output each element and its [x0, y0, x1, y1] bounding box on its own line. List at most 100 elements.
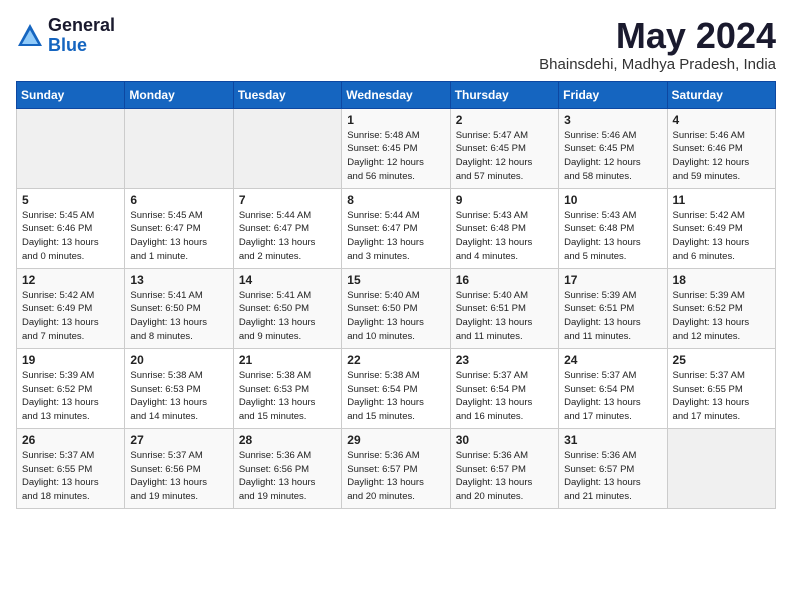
calendar-cell: 16 Sunrise: 5:40 AM Sunset: 6:51 PM Dayli… — [450, 268, 558, 348]
cell-info: Sunrise: 5:44 AM Sunset: 6:47 PM Dayligh… — [347, 209, 444, 264]
calendar-cell: 1 Sunrise: 5:48 AM Sunset: 6:45 PM Daylig… — [342, 108, 450, 188]
day-number: 20 — [130, 353, 227, 367]
calendar-cell: 19 Sunrise: 5:39 AM Sunset: 6:52 PM Dayli… — [17, 348, 125, 428]
title-block: May 2024 Bhainsdehi, Madhya Pradesh, Ind… — [539, 16, 776, 73]
calendar-cell: 17Sunrise: 5:39 AM Sunset: 6:51 PM Dayli… — [559, 268, 667, 348]
day-number: 13 — [130, 273, 227, 287]
calendar-body: 1 Sunrise: 5:48 AM Sunset: 6:45 PM Daylig… — [17, 108, 776, 508]
day-number: 31 — [564, 433, 661, 447]
cell-info: Sunrise: 5:38 AM Sunset: 6:53 PM Dayligh… — [130, 369, 227, 424]
weekday-header-monday: Monday — [125, 81, 233, 108]
calendar-cell: 29 Sunrise: 5:36 AM Sunset: 6:57 PM Dayli… — [342, 428, 450, 508]
calendar-cell: 18Sunrise: 5:39 AM Sunset: 6:52 PM Dayli… — [667, 268, 775, 348]
calendar-cell: 10 Sunrise: 5:43 AM Sunset: 6:48 PM Dayli… — [559, 188, 667, 268]
calendar-week-row: 26 Sunrise: 5:37 AM Sunset: 6:55 PM Dayli… — [17, 428, 776, 508]
day-number: 10 — [564, 193, 661, 207]
calendar-cell: 2 Sunrise: 5:47 AM Sunset: 6:45 PM Daylig… — [450, 108, 558, 188]
calendar-week-row: 19 Sunrise: 5:39 AM Sunset: 6:52 PM Dayli… — [17, 348, 776, 428]
calendar-week-row: 1 Sunrise: 5:48 AM Sunset: 6:45 PM Daylig… — [17, 108, 776, 188]
calendar-week-row: 12 Sunrise: 5:42 AM Sunset: 6:49 PM Dayli… — [17, 268, 776, 348]
cell-info: Sunrise: 5:36 AM Sunset: 6:57 PM Dayligh… — [347, 449, 444, 504]
cell-info: Sunrise: 5:39 AM Sunset: 6:52 PM Dayligh… — [673, 289, 770, 344]
day-number: 8 — [347, 193, 444, 207]
cell-info: Sunrise: 5:42 AM Sunset: 6:49 PM Dayligh… — [22, 289, 119, 344]
cell-info: Sunrise: 5:36 AM Sunset: 6:57 PM Dayligh… — [564, 449, 661, 504]
calendar-cell: 28 Sunrise: 5:36 AM Sunset: 6:56 PM Dayli… — [233, 428, 341, 508]
day-number: 29 — [347, 433, 444, 447]
weekday-header-saturday: Saturday — [667, 81, 775, 108]
calendar-cell: 6 Sunrise: 5:45 AM Sunset: 6:47 PM Daylig… — [125, 188, 233, 268]
day-number: 14 — [239, 273, 336, 287]
calendar-cell: 15Sunrise: 5:40 AM Sunset: 6:50 PM Dayli… — [342, 268, 450, 348]
cell-info: Sunrise: 5:45 AM Sunset: 6:47 PM Dayligh… — [130, 209, 227, 264]
day-number: 3 — [564, 113, 661, 127]
cell-info: Sunrise: 5:36 AM Sunset: 6:57 PM Dayligh… — [456, 449, 553, 504]
page-header: General Blue May 2024 Bhainsdehi, Madhya… — [16, 16, 776, 73]
day-number: 16 — [456, 273, 553, 287]
weekday-header-tuesday: Tuesday — [233, 81, 341, 108]
cell-info: Sunrise: 5:38 AM Sunset: 6:54 PM Dayligh… — [347, 369, 444, 424]
day-number: 19 — [22, 353, 119, 367]
cell-info: Sunrise: 5:40 AM Sunset: 6:51 PM Dayligh… — [456, 289, 553, 344]
calendar-cell: 11Sunrise: 5:42 AM Sunset: 6:49 PM Dayli… — [667, 188, 775, 268]
day-number: 21 — [239, 353, 336, 367]
logo: General Blue — [16, 16, 115, 56]
month-title: May 2024 — [539, 16, 776, 56]
day-number: 6 — [130, 193, 227, 207]
weekday-header-wednesday: Wednesday — [342, 81, 450, 108]
cell-info: Sunrise: 5:43 AM Sunset: 6:48 PM Dayligh… — [456, 209, 553, 264]
cell-info: Sunrise: 5:43 AM Sunset: 6:48 PM Dayligh… — [564, 209, 661, 264]
calendar-header: SundayMondayTuesdayWednesdayThursdayFrid… — [17, 81, 776, 108]
cell-info: Sunrise: 5:48 AM Sunset: 6:45 PM Dayligh… — [347, 129, 444, 184]
calendar-cell: 13 Sunrise: 5:41 AM Sunset: 6:50 PM Dayli… — [125, 268, 233, 348]
weekday-header-sunday: Sunday — [17, 81, 125, 108]
cell-info: Sunrise: 5:37 AM Sunset: 6:54 PM Dayligh… — [456, 369, 553, 424]
calendar-cell: 8 Sunrise: 5:44 AM Sunset: 6:47 PM Daylig… — [342, 188, 450, 268]
day-number: 24 — [564, 353, 661, 367]
location-text: Bhainsdehi, Madhya Pradesh, India — [539, 56, 776, 73]
calendar-cell: 24 Sunrise: 5:37 AM Sunset: 6:54 PM Dayli… — [559, 348, 667, 428]
calendar-cell — [233, 108, 341, 188]
cell-info: Sunrise: 5:37 AM Sunset: 6:55 PM Dayligh… — [22, 449, 119, 504]
day-number: 30 — [456, 433, 553, 447]
calendar-cell: 23Sunrise: 5:37 AM Sunset: 6:54 PM Dayli… — [450, 348, 558, 428]
calendar-week-row: 5Sunrise: 5:45 AM Sunset: 6:46 PM Daylig… — [17, 188, 776, 268]
day-number: 4 — [673, 113, 770, 127]
calendar-cell: 31 Sunrise: 5:36 AM Sunset: 6:57 PM Dayli… — [559, 428, 667, 508]
cell-info: Sunrise: 5:36 AM Sunset: 6:56 PM Dayligh… — [239, 449, 336, 504]
calendar-cell: 26 Sunrise: 5:37 AM Sunset: 6:55 PM Dayli… — [17, 428, 125, 508]
weekday-header-thursday: Thursday — [450, 81, 558, 108]
calendar-cell — [125, 108, 233, 188]
calendar-cell: 3 Sunrise: 5:46 AM Sunset: 6:45 PM Daylig… — [559, 108, 667, 188]
calendar-cell: 25Sunrise: 5:37 AM Sunset: 6:55 PM Dayli… — [667, 348, 775, 428]
day-number: 1 — [347, 113, 444, 127]
day-number: 2 — [456, 113, 553, 127]
day-number: 28 — [239, 433, 336, 447]
cell-info: Sunrise: 5:46 AM Sunset: 6:46 PM Dayligh… — [673, 129, 770, 184]
weekday-header-friday: Friday — [559, 81, 667, 108]
calendar-table: SundayMondayTuesdayWednesdayThursdayFrid… — [16, 81, 776, 509]
day-number: 26 — [22, 433, 119, 447]
logo-icon — [16, 22, 44, 50]
cell-info: Sunrise: 5:39 AM Sunset: 6:51 PM Dayligh… — [564, 289, 661, 344]
cell-info: Sunrise: 5:41 AM Sunset: 6:50 PM Dayligh… — [130, 289, 227, 344]
cell-info: Sunrise: 5:47 AM Sunset: 6:45 PM Dayligh… — [456, 129, 553, 184]
calendar-cell — [667, 428, 775, 508]
calendar-cell: 14Sunrise: 5:41 AM Sunset: 6:50 PM Dayli… — [233, 268, 341, 348]
cell-info: Sunrise: 5:39 AM Sunset: 6:52 PM Dayligh… — [22, 369, 119, 424]
calendar-cell: 22Sunrise: 5:38 AM Sunset: 6:54 PM Dayli… — [342, 348, 450, 428]
day-number: 12 — [22, 273, 119, 287]
day-number: 25 — [673, 353, 770, 367]
day-number: 9 — [456, 193, 553, 207]
cell-info: Sunrise: 5:40 AM Sunset: 6:50 PM Dayligh… — [347, 289, 444, 344]
calendar-cell: 27Sunrise: 5:37 AM Sunset: 6:56 PM Dayli… — [125, 428, 233, 508]
cell-info: Sunrise: 5:46 AM Sunset: 6:45 PM Dayligh… — [564, 129, 661, 184]
calendar-cell: 21Sunrise: 5:38 AM Sunset: 6:53 PM Dayli… — [233, 348, 341, 428]
calendar-cell: 30 Sunrise: 5:36 AM Sunset: 6:57 PM Dayli… — [450, 428, 558, 508]
day-number: 7 — [239, 193, 336, 207]
cell-info: Sunrise: 5:37 AM Sunset: 6:54 PM Dayligh… — [564, 369, 661, 424]
calendar-cell: 20 Sunrise: 5:38 AM Sunset: 6:53 PM Dayli… — [125, 348, 233, 428]
day-number: 5 — [22, 193, 119, 207]
calendar-cell: 9 Sunrise: 5:43 AM Sunset: 6:48 PM Daylig… — [450, 188, 558, 268]
cell-info: Sunrise: 5:44 AM Sunset: 6:47 PM Dayligh… — [239, 209, 336, 264]
